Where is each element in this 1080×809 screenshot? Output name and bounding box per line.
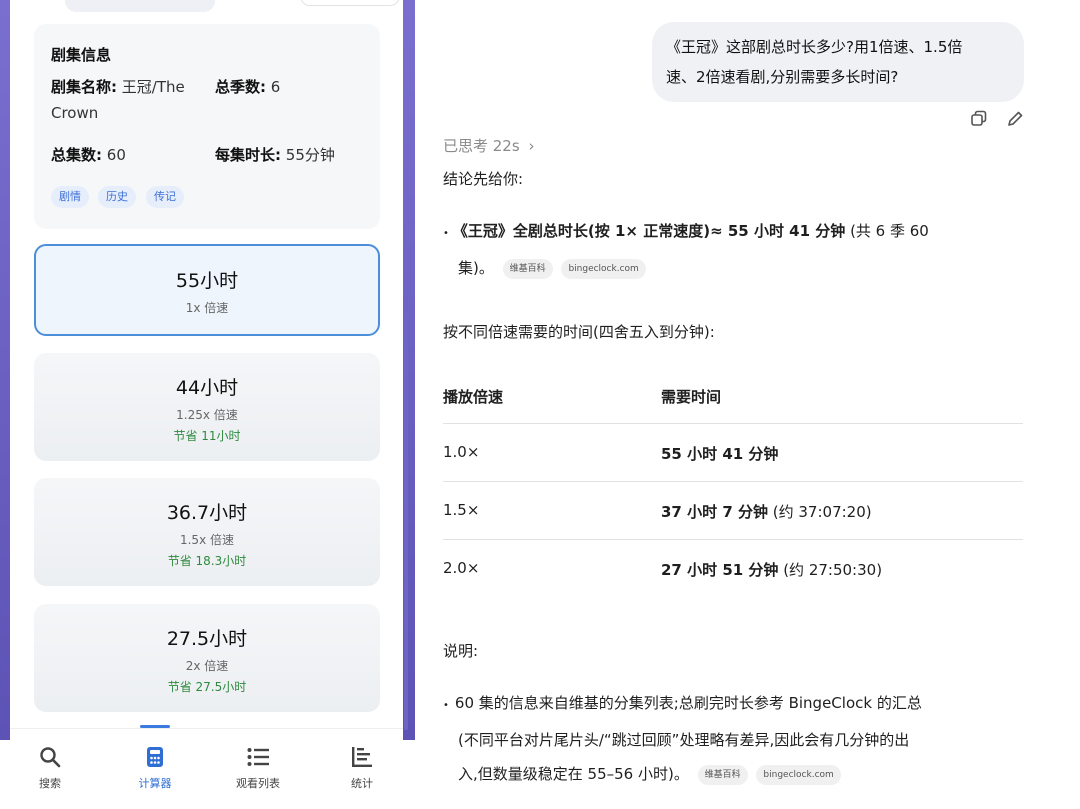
speed-multiplier: 1.5x 倍速 xyxy=(34,531,380,548)
table-header: 需要时间 xyxy=(661,386,721,407)
source-chip-bingeclock[interactable]: bingeclock.com xyxy=(561,259,645,279)
table-header-row: 播放倍速 需要时间 xyxy=(443,370,1023,424)
show-info-card: 剧集信息 剧集名称: 王冠/The Crown 总季数: 6 总集数: 60 每… xyxy=(34,24,380,229)
nav-label: 统计 xyxy=(322,775,402,791)
nav-tab-search[interactable]: 搜索 xyxy=(10,743,90,791)
table-intro: 按不同倍速需要的时间(四舍五入到分钟): xyxy=(443,315,715,349)
genre-tag: 历史 xyxy=(98,186,136,208)
table-row: 1.0× 55 小时 41 分钟 xyxy=(443,424,1023,482)
speed-total-hours: 36.7小时 xyxy=(34,498,380,525)
table-header: 播放倍速 xyxy=(443,386,503,407)
scrollbar[interactable] xyxy=(404,310,408,730)
table-cell-time: 37 小时 7 分钟 (约 37:07:20) xyxy=(661,501,872,522)
copy-icon[interactable] xyxy=(970,110,988,132)
active-tab-indicator xyxy=(140,725,170,728)
table-cell-time: 27 小时 51 分钟 (约 27:50:30) xyxy=(661,559,882,580)
edit-icon[interactable] xyxy=(1006,110,1024,132)
answer-intro: 结论先给你: xyxy=(443,162,523,196)
table-cell-speed: 1.0× xyxy=(443,443,479,461)
search-icon xyxy=(10,743,90,771)
nav-label: 计算器 xyxy=(115,775,195,791)
chart-icon xyxy=(322,743,402,771)
list-icon xyxy=(218,743,298,771)
speed-multiplier: 1x 倍速 xyxy=(36,299,378,316)
source-chip-bingeclock[interactable]: bingeclock.com xyxy=(756,765,840,785)
nav-label: 观看列表 xyxy=(218,775,298,791)
source-chip-wikipedia[interactable]: 维基百科 xyxy=(503,259,553,279)
speed-multiplier: 1.25x 倍速 xyxy=(34,406,380,423)
nav-tab-stats[interactable]: 统计 xyxy=(322,743,402,791)
user-message-line: 速、2倍速看剧,分别需要多长时间? xyxy=(666,62,1010,92)
top-partial-element xyxy=(65,0,215,12)
table-row: 1.5× 37 小时 7 分钟 (约 37:07:20) xyxy=(443,482,1023,540)
user-message-line: 《王冠》这部剧总时长多少?用1倍速、1.5倍 xyxy=(666,32,1010,62)
speed-total-hours: 27.5小时 xyxy=(34,624,380,651)
notes-bullet: •60 集的信息来自维基的分集列表;总刷完时长参考 BingeClock 的汇总… xyxy=(443,686,1043,791)
table-cell-time: 55 小时 41 分钟 xyxy=(661,443,778,464)
phone-panel: 剧集信息 剧集名称: 王冠/The Crown 总季数: 6 总集数: 60 每… xyxy=(0,0,415,809)
bottom-nav: 搜索 计算器 观看列表 统计 xyxy=(10,728,403,809)
speed-card-2x[interactable]: 27.5小时 2x 倍速 节省 27.5小时 xyxy=(34,604,380,712)
table-cell-speed: 1.5× xyxy=(443,501,479,519)
top-partial-button[interactable] xyxy=(300,0,400,6)
speed-total-hours: 44小时 xyxy=(34,373,380,400)
nav-label: 搜索 xyxy=(10,775,90,791)
notes-title: 说明: xyxy=(443,634,478,668)
phone-screen: 剧集信息 剧集名称: 王冠/The Crown 总季数: 6 总集数: 60 每… xyxy=(10,0,403,728)
seasons-row: 总季数: 6 xyxy=(215,74,280,100)
show-name-row: 剧集名称: 王冠/The Crown xyxy=(51,74,185,126)
answer-bullet: •《王冠》全剧总时长(按 1× 正常速度)≈ 55 小时 41 分钟 (共 6 … xyxy=(443,214,1023,285)
speed-card-1-25x[interactable]: 44小时 1.25x 倍速 节省 11小时 xyxy=(34,353,380,461)
user-message-bubble: 《王冠》这部剧总时长多少?用1倍速、1.5倍 速、2倍速看剧,分别需要多长时间? xyxy=(652,22,1024,102)
episode-duration-row: 每集时长: 55分钟 xyxy=(215,142,335,168)
chevron-right-icon: › xyxy=(528,137,534,155)
table-cell-speed: 2.0× xyxy=(443,559,479,577)
speed-saving: 节省 11小时 xyxy=(34,427,380,444)
info-card-title: 剧集信息 xyxy=(51,44,111,65)
speed-saving: 节省 18.3小时 xyxy=(34,552,380,569)
nav-tab-watchlist[interactable]: 观看列表 xyxy=(218,743,298,791)
speed-card-1x[interactable]: 55小时 1x 倍速 xyxy=(34,244,380,336)
genre-tag: 传记 xyxy=(146,186,184,208)
speed-multiplier: 2x 倍速 xyxy=(34,657,380,674)
nav-tab-calculator[interactable]: 计算器 xyxy=(115,743,195,791)
table-row: 2.0× 27 小时 51 分钟 (约 27:50:30) xyxy=(443,540,1023,598)
episodes-row: 总集数: 60 xyxy=(51,142,126,168)
thought-toggle[interactable]: 已思考 22s › xyxy=(443,135,534,156)
speed-saving: 节省 27.5小时 xyxy=(34,678,380,695)
genre-tag: 剧情 xyxy=(51,186,89,208)
message-actions xyxy=(970,110,1024,132)
speed-time-table: 播放倍速 需要时间 1.0× 55 小时 41 分钟 1.5× 37 小时 7 … xyxy=(443,370,1023,598)
source-chip-wikipedia[interactable]: 维基百科 xyxy=(698,765,748,785)
speed-total-hours: 55小时 xyxy=(36,266,378,293)
speed-card-1-5x[interactable]: 36.7小时 1.5x 倍速 节省 18.3小时 xyxy=(34,478,380,586)
calculator-icon xyxy=(115,743,195,771)
